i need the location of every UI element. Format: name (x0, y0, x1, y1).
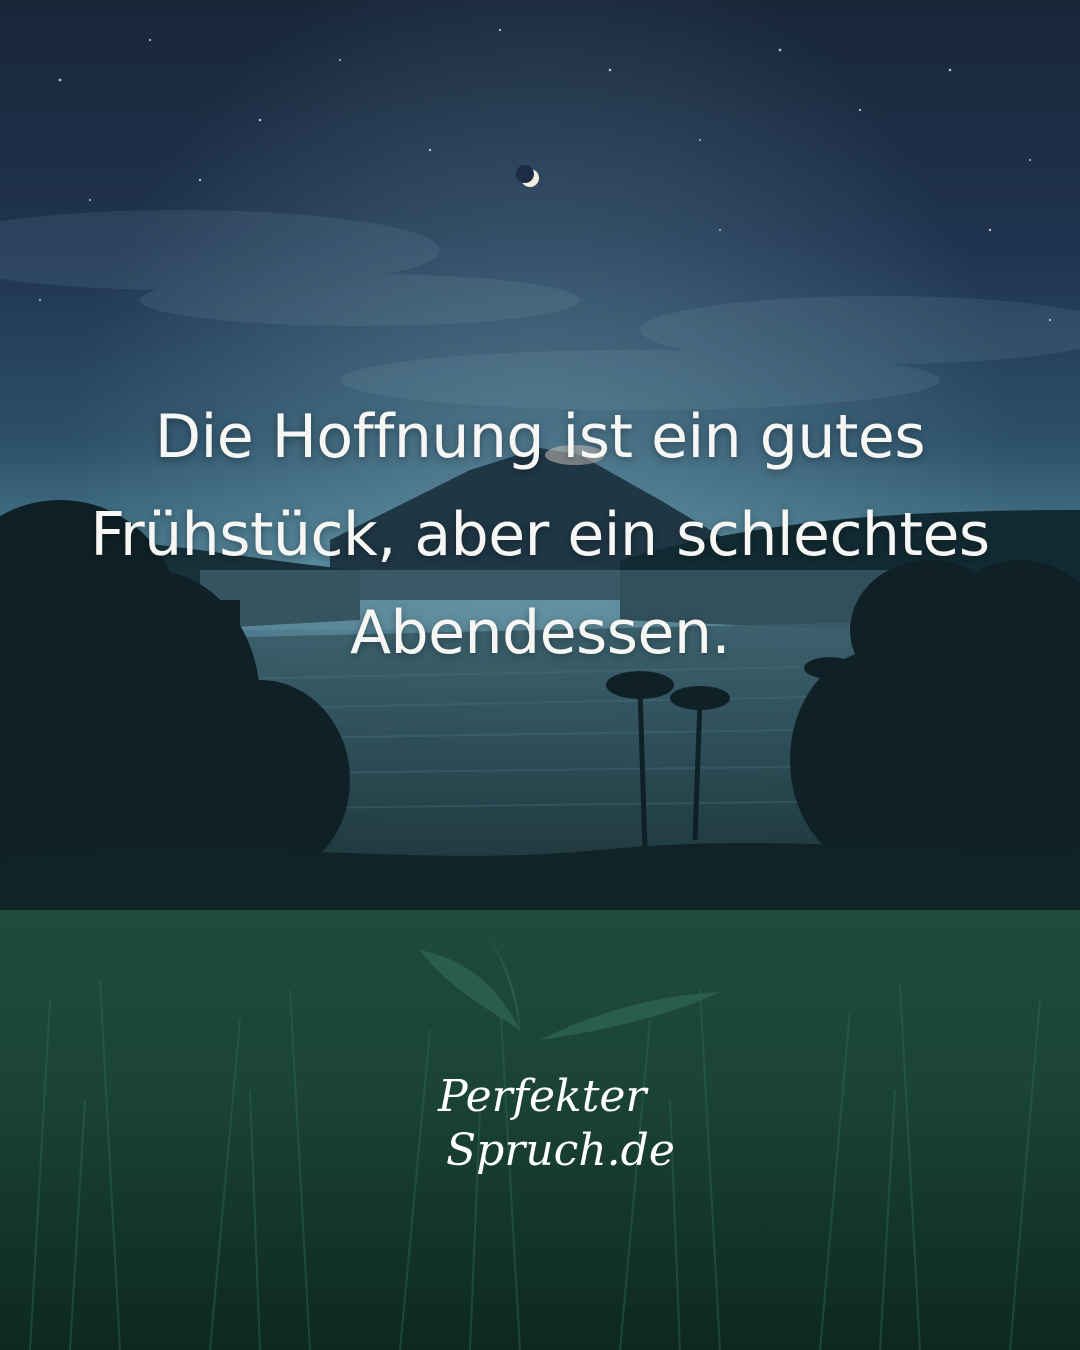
quote-line-1: Die Hoffnung ist ein gutes (154, 402, 926, 472)
quote-image: Die Hoffnung ist ein gutes Frühstück, ab… (0, 0, 1080, 1350)
brand-logo-line-2: Spruch.de (446, 1125, 675, 1176)
brand-logo: Perfekter Spruch.de (420, 1070, 680, 1178)
quote-line-3: Abendessen. (349, 598, 731, 668)
quote-line-2: Frühstück, aber ein schlechtes (90, 500, 990, 570)
quote-text: Die Hoffnung ist ein gutes Frühstück, ab… (40, 388, 1040, 682)
brand-logo-line-1: Perfekter (438, 1071, 647, 1122)
